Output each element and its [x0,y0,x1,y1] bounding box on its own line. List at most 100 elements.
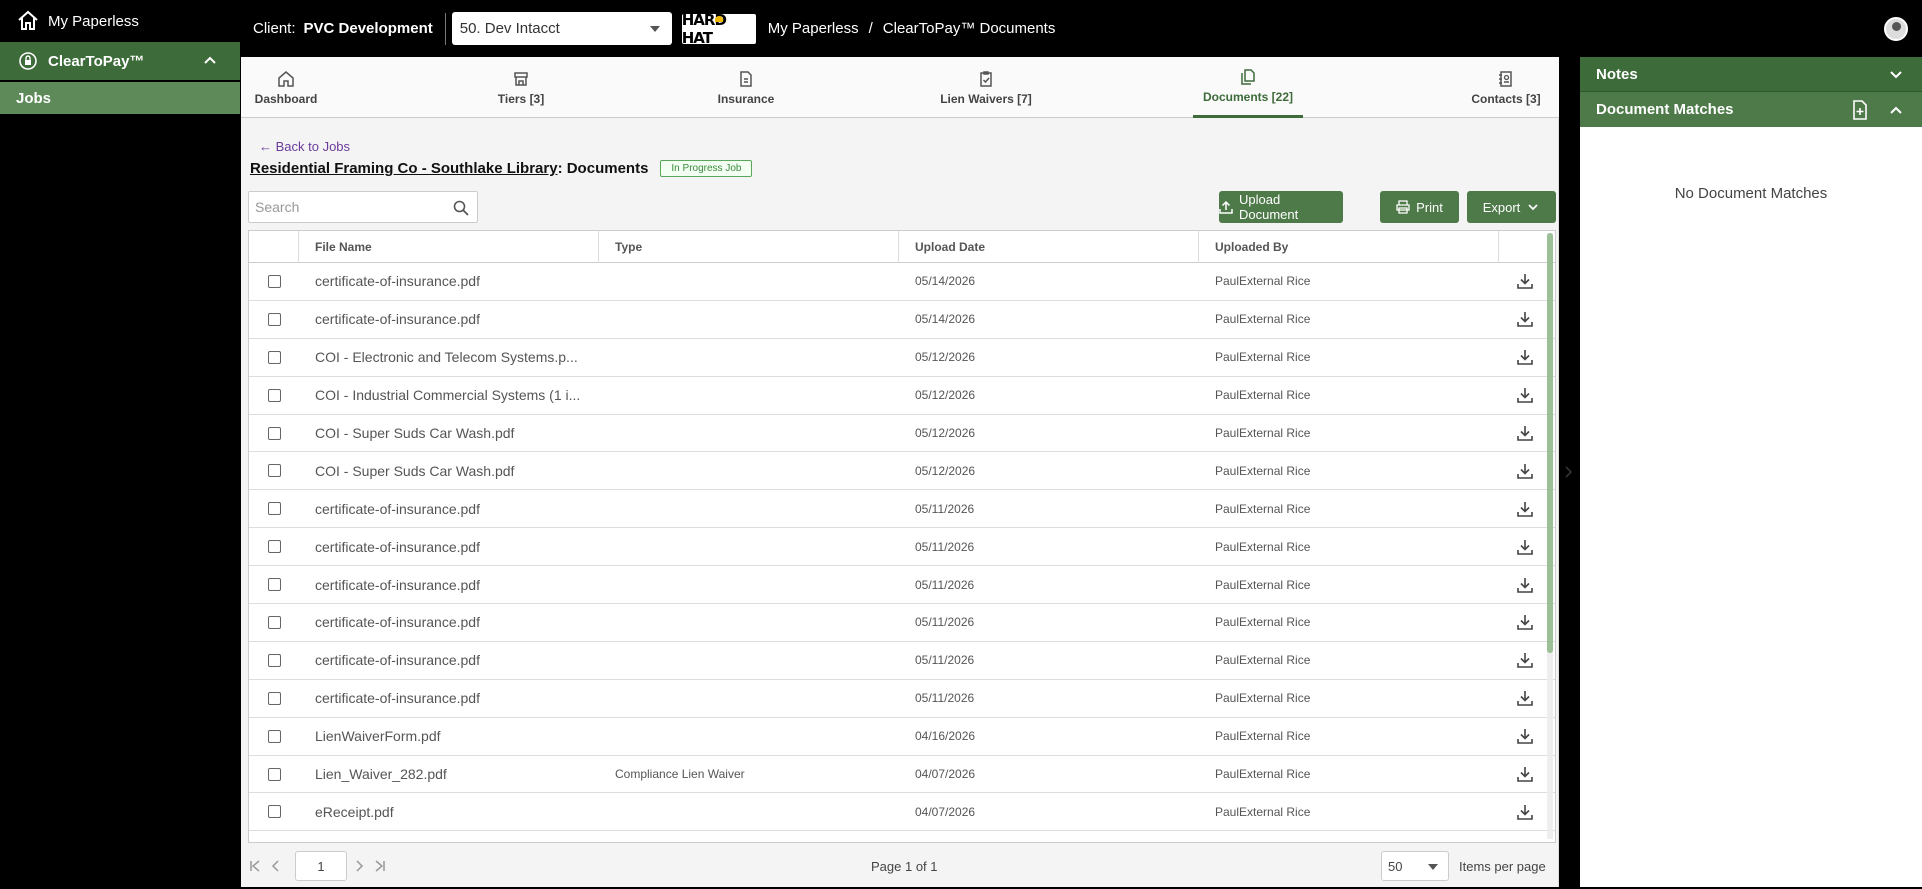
download-icon[interactable] [1516,727,1534,745]
download-icon[interactable] [1516,310,1534,328]
file-name-cell[interactable]: eReceipt.pdf [299,793,599,830]
row-checkbox[interactable] [267,540,281,554]
table-scrollbar[interactable] [1547,233,1553,839]
print-button[interactable]: Print [1380,191,1459,223]
table-row[interactable]: COI - Super Suds Car Wash.pdf 05/12/2026 P… [249,414,1555,453]
file-name-cell[interactable]: COI - Electronic and Telecom Systems.p..… [299,339,599,376]
upload-document-button[interactable]: Upload Document [1219,191,1343,223]
export-button[interactable]: Export [1467,191,1556,223]
table-row[interactable]: COI - Electronic and Telecom Systems.p..… [249,338,1555,377]
table-row[interactable]: LienWaiverForm.pdf 04/16/2026 PaulExternal… [249,717,1555,756]
row-checkbox[interactable] [267,615,281,629]
file-name-cell[interactable]: certificate-of-insurance.pdf [299,528,599,565]
download-icon[interactable] [1516,651,1534,669]
tab-insurance[interactable]: Insurance [711,57,781,118]
row-checkbox[interactable] [267,653,281,667]
table-row[interactable]: eReceipt.pdf 04/07/2026 PaulExternal Rice [249,793,1555,832]
table-row[interactable]: certificate-of-insurance.pdf 05/11/2026 Pa… [249,528,1555,567]
file-name-cell[interactable]: certificate-of-insurance.pdf [299,490,599,527]
next-page-icon[interactable] [352,859,366,873]
table-row[interactable]: certificate-of-insurance.pdf 05/11/2026 Pa… [249,641,1555,680]
breadcrumb-my-paperless[interactable]: My Paperless [768,20,859,37]
row-checkbox[interactable] [267,426,281,440]
back-to-jobs-link[interactable]: ← Back to Jobs [259,139,350,154]
collapse-panel-chevron-icon[interactable] [1559,462,1579,482]
app-menu-cleartopay[interactable]: ClearToPay™ [0,42,240,80]
download-icon[interactable] [1516,803,1534,821]
download-icon[interactable] [1516,576,1534,594]
download-icon[interactable] [1516,348,1534,366]
download-icon[interactable] [1516,765,1534,783]
scrollbar-thumb[interactable] [1547,233,1553,653]
table-row[interactable]: certificate-of-insurance.pdf 05/11/2026 Pa… [249,680,1555,718]
column-header-uploaded-by[interactable]: Uploaded By [1199,231,1499,263]
download-icon[interactable] [1516,613,1534,631]
file-name-cell[interactable]: certificate-of-insurance.pdf [299,604,599,641]
tab-lien-waivers[interactable]: Lien Waivers [7] [936,57,1036,118]
file-name-cell[interactable]: COI - Super Suds Car Wash.pdf [299,452,599,489]
chevron-down-icon[interactable] [1888,67,1904,83]
prev-page-icon[interactable] [269,859,283,873]
file-name-cell[interactable]: COI - Super Suds Car Wash.pdf [299,415,599,452]
sidebar-item-jobs[interactable]: Jobs [0,82,240,114]
download-icon[interactable] [1516,462,1534,480]
job-name-link[interactable]: Residential Framing Co - Southlake Libra… [250,160,558,177]
last-page-icon[interactable] [373,859,387,873]
row-checkbox[interactable] [267,767,281,781]
table-row[interactable]: COI - Super Suds Car Wash.pdf 05/12/2026 P… [249,452,1555,491]
file-name-cell[interactable]: certificate-of-insurance.pdf [299,301,599,338]
download-icon[interactable] [1516,272,1534,290]
row-checkbox-cell [249,680,299,717]
file-name-cell[interactable]: certificate-of-insurance.pdf [299,566,599,603]
page-size-select[interactable]: 50 [1381,851,1449,881]
row-checkbox[interactable] [267,729,281,743]
row-checkbox[interactable] [267,274,281,288]
column-header-type[interactable]: Type [599,231,899,263]
row-checkbox[interactable] [267,312,281,326]
table-row[interactable]: certificate-of-insurance.pdf 05/11/2026 Pa… [249,566,1555,605]
row-checkbox[interactable] [267,691,281,705]
tab-contacts[interactable]: Contacts [3] [1463,57,1549,118]
table-row[interactable]: certificate-of-insurance.pdf 05/14/2026 Pa… [249,301,1555,339]
column-header-file-name[interactable]: File Name [299,231,599,263]
file-name-cell[interactable]: COI - Industrial Commercial Systems (1 i… [299,377,599,414]
chevron-up-icon[interactable] [202,52,218,68]
download-icon[interactable] [1516,689,1534,707]
avatar[interactable] [1884,17,1908,41]
download-icon[interactable] [1516,538,1534,556]
table-row[interactable]: certificate-of-insurance.pdf 05/11/2026 Pa… [249,490,1555,529]
row-checkbox[interactable] [267,578,281,592]
tab-tiers[interactable]: Tiers [3] [486,57,556,118]
file-name-cell[interactable]: certificate-of-insurance.pdf [299,680,599,717]
first-page-icon[interactable] [248,859,262,873]
download-icon[interactable] [1516,386,1534,404]
notes-header[interactable]: Notes [1580,57,1922,91]
row-checkbox[interactable] [267,464,281,478]
chevron-up-icon[interactable] [1888,102,1904,118]
table-row[interactable]: Lien_Waiver_282.pdf Compliance Lien Waive… [249,756,1555,794]
search-input[interactable]: Search [248,191,478,223]
row-checkbox[interactable] [267,502,281,516]
file-name-cell[interactable]: Lien_Waiver_282.pdf [299,756,599,793]
row-checkbox[interactable] [267,805,281,819]
entity-select[interactable]: 50. Dev Intacct [451,12,672,45]
table-row[interactable]: certificate-of-insurance.pdf 05/11/2026 Pa… [249,604,1555,642]
download-icon[interactable] [1516,424,1534,442]
add-document-icon[interactable] [1850,100,1870,120]
search-icon[interactable] [453,200,469,216]
row-checkbox[interactable] [267,350,281,364]
document-matches-header[interactable]: Document Matches [1580,91,1922,127]
page-number-input[interactable]: 1 [295,851,347,881]
table-row[interactable]: certificate-of-insurance.pdf 05/14/2026 Pa… [249,263,1555,301]
tab-dashboard[interactable]: Dashboard [251,57,321,118]
file-name-cell[interactable]: certificate-of-insurance.pdf [299,263,599,300]
tab-documents[interactable]: Documents [22] [1193,57,1303,118]
row-checkbox[interactable] [267,388,281,402]
file-name-cell[interactable]: LienWaiverForm.pdf [299,718,599,755]
column-header-upload-date[interactable]: Upload Date [899,231,1199,263]
file-name-cell[interactable]: certificate-of-insurance.pdf [299,642,599,679]
home-nav[interactable]: My Paperless [0,0,240,42]
table-row[interactable]: COI - Industrial Commercial Systems (1 i… [249,377,1555,415]
upload-date-cell: 05/12/2026 [915,426,976,440]
download-icon[interactable] [1516,500,1534,518]
